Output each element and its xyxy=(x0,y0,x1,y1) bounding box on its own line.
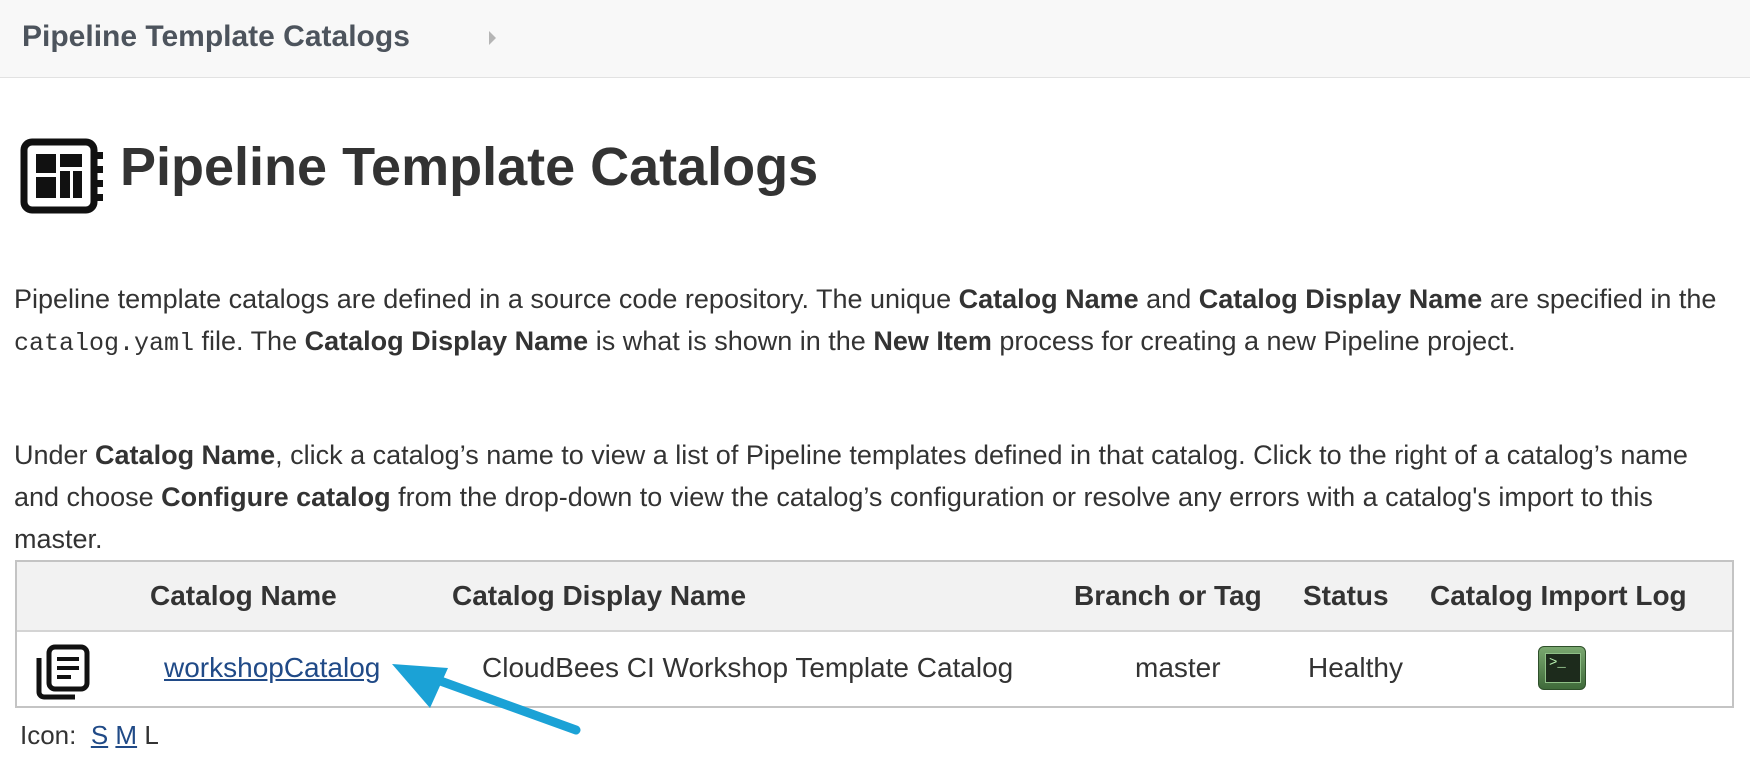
p1-segment-0: Pipeline template catalogs are defined i… xyxy=(14,284,959,314)
annotation-arrow-icon xyxy=(392,664,581,735)
p1-segment-9: New Item xyxy=(873,326,992,356)
header-catalog-display-name[interactable]: Catalog Display Name xyxy=(452,580,746,612)
header-catalog-import-log[interactable]: Catalog Import Log xyxy=(1430,580,1687,612)
p1-segment-8: is what is shown in the xyxy=(588,326,874,356)
catalog-grid-icon xyxy=(20,138,103,214)
terminal-prompt-icon: >_ xyxy=(1549,655,1566,671)
p2-segment-0: Under xyxy=(14,440,96,470)
icon-size-label: Icon: xyxy=(20,720,77,750)
icon-size-small-link[interactable]: S xyxy=(91,720,108,750)
terminal-icon[interactable]: >_ xyxy=(1538,646,1586,690)
table-row: workshopCatalog CloudBees CI Workshop Te… xyxy=(17,632,1732,708)
catalog-branch: master xyxy=(1135,652,1221,683)
terminal-screen: >_ xyxy=(1545,653,1581,683)
description-paragraph-2: Under Catalog Name, click a catalog’s na… xyxy=(14,434,1734,560)
header-status[interactable]: Status xyxy=(1303,580,1389,612)
description-paragraph-1: Pipeline template catalogs are defined i… xyxy=(14,278,1734,365)
p1-segment-7: Catalog Display Name xyxy=(304,326,589,356)
header-catalog-name[interactable]: Catalog Name xyxy=(150,580,337,612)
header-branch-or-tag[interactable]: Branch or Tag xyxy=(1074,580,1262,612)
icon-size-medium-link[interactable]: M xyxy=(115,720,137,750)
p1-segment-6: file. The xyxy=(194,326,305,356)
p1-segment-5: catalog.yaml xyxy=(14,329,195,358)
p2-segment-1: Catalog Name xyxy=(95,440,276,470)
catalog-name-link[interactable]: workshopCatalog xyxy=(164,652,380,684)
breadcrumb-chevron-icon[interactable] xyxy=(489,31,496,45)
page-title: Pipeline Template Catalogs xyxy=(120,137,819,197)
p1-segment-10: process for creating a new Pipeline proj… xyxy=(991,326,1516,356)
p1-segment-4: are specified in the xyxy=(1482,284,1717,314)
catalog-table: Catalog Name Catalog Display Name Branch… xyxy=(15,560,1734,708)
catalog-document-icon xyxy=(36,644,90,700)
breadcrumb-item[interactable]: Pipeline Template Catalogs xyxy=(22,20,410,54)
p2-segment-3: Configure catalog xyxy=(161,482,391,512)
breadcrumb: Pipeline Template Catalogs xyxy=(0,0,1750,78)
p1-segment-1: Catalog Name xyxy=(958,284,1139,314)
catalog-status: Healthy xyxy=(1308,652,1403,683)
p1-segment-3: Catalog Display Name xyxy=(1198,284,1483,314)
table-header-row: Catalog Name Catalog Display Name Branch… xyxy=(17,562,1732,632)
icon-size-selector: Icon: S M L xyxy=(20,720,159,751)
p1-segment-2: and xyxy=(1138,284,1199,314)
icon-size-large-current: L xyxy=(144,720,159,750)
